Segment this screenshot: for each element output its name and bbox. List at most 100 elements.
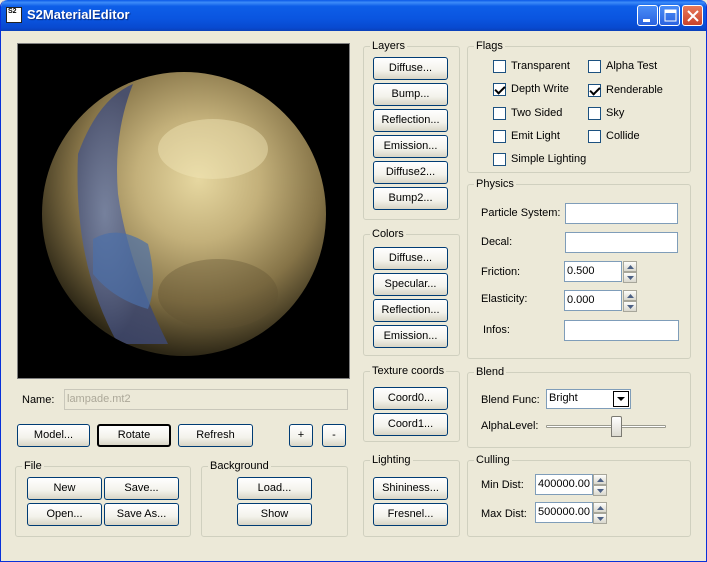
friction-field[interactable]: 0.500 bbox=[564, 261, 622, 282]
background-show-button[interactable]: Show bbox=[237, 503, 312, 526]
coord1-button[interactable]: Coord1... bbox=[373, 413, 448, 436]
two-sided-label: Two Sided bbox=[511, 107, 563, 119]
zoom-out-button[interactable]: - bbox=[322, 424, 346, 447]
arrow-up-icon bbox=[627, 265, 634, 269]
chevron-down-icon bbox=[617, 397, 625, 401]
collide-label: Collide bbox=[606, 130, 640, 142]
color-reflection-button[interactable]: Reflection... bbox=[373, 299, 448, 322]
simple-lighting-label: Simple Lighting bbox=[511, 153, 587, 165]
title-bar[interactable]: S2 S2MaterialEditor bbox=[1, 0, 706, 31]
colors-legend: Colors bbox=[370, 228, 406, 240]
layer-diffuse2-button[interactable]: Diffuse2... bbox=[373, 161, 448, 184]
material-preview-viewport[interactable] bbox=[17, 43, 350, 379]
alpha-level-slider-thumb[interactable] bbox=[611, 416, 623, 437]
zoom-in-button[interactable]: + bbox=[289, 424, 313, 447]
layers-legend: Layers bbox=[370, 40, 408, 52]
blend-legend: Blend bbox=[474, 366, 507, 378]
elasticity-label: Elasticity: bbox=[481, 293, 528, 305]
min-dist-field[interactable]: 400000.00 bbox=[535, 474, 593, 495]
infos-label: Infos: bbox=[483, 324, 510, 336]
min-dist-up-button[interactable] bbox=[593, 474, 607, 485]
blend-func-label: Blend Func: bbox=[481, 394, 540, 406]
max-dist-field[interactable]: 500000.00 bbox=[535, 502, 593, 523]
layer-bump2-button[interactable]: Bump2... bbox=[373, 187, 448, 210]
friction-label: Friction: bbox=[481, 266, 521, 278]
sky-checkbox[interactable] bbox=[588, 107, 601, 120]
refresh-button[interactable]: Refresh bbox=[178, 424, 253, 447]
simple-lighting-checkbox[interactable] bbox=[493, 153, 506, 166]
layer-reflection-button[interactable]: Reflection... bbox=[373, 109, 448, 132]
alpha-level-track[interactable] bbox=[546, 425, 666, 428]
renderable-checkbox[interactable] bbox=[588, 84, 601, 97]
open-button[interactable]: Open... bbox=[27, 503, 102, 526]
blend-func-value: Bright bbox=[549, 392, 578, 404]
arrow-down-icon bbox=[597, 489, 604, 493]
two-sided-checkbox[interactable] bbox=[493, 107, 506, 120]
elasticity-up-button[interactable] bbox=[623, 290, 637, 301]
file-legend: File bbox=[22, 460, 44, 472]
arrow-up-icon bbox=[627, 294, 634, 298]
rotate-button[interactable]: Rotate bbox=[97, 424, 171, 447]
save-as-button[interactable]: Save As... bbox=[104, 503, 179, 526]
renderable-label: Renderable bbox=[606, 84, 663, 96]
background-load-button[interactable]: Load... bbox=[237, 477, 312, 500]
max-dist-down-button[interactable] bbox=[593, 513, 607, 524]
arrow-up-icon bbox=[597, 506, 604, 510]
layer-bump-button[interactable]: Bump... bbox=[373, 83, 448, 106]
layer-emission-button[interactable]: Emission... bbox=[373, 135, 448, 158]
arrow-up-icon bbox=[597, 478, 604, 482]
min-dist-down-button[interactable] bbox=[593, 485, 607, 496]
decal-field[interactable] bbox=[565, 232, 678, 253]
layer-diffuse-button[interactable]: Diffuse... bbox=[373, 57, 448, 80]
coord0-button[interactable]: Coord0... bbox=[373, 387, 448, 410]
arrow-down-icon bbox=[597, 517, 604, 521]
physics-legend: Physics bbox=[474, 178, 516, 190]
new-button[interactable]: New bbox=[27, 477, 102, 500]
arrow-down-icon bbox=[627, 276, 634, 280]
elasticity-spinner[interactable] bbox=[623, 290, 637, 312]
collide-checkbox[interactable] bbox=[588, 130, 601, 143]
blend-func-select[interactable]: Bright bbox=[546, 389, 631, 409]
model-button[interactable]: Model... bbox=[17, 424, 90, 447]
flags-legend: Flags bbox=[474, 40, 505, 52]
color-emission-button[interactable]: Emission... bbox=[373, 325, 448, 348]
arrow-down-icon bbox=[627, 305, 634, 309]
min-dist-label: Min Dist: bbox=[481, 479, 524, 491]
sphere-preview-image bbox=[42, 72, 326, 356]
dropdown-arrow-button[interactable] bbox=[613, 391, 629, 407]
fresnel-button[interactable]: Fresnel... bbox=[373, 503, 448, 526]
color-diffuse-button[interactable]: Diffuse... bbox=[373, 247, 448, 270]
maximize-icon bbox=[664, 9, 677, 22]
blend-group: Blend bbox=[467, 366, 691, 448]
app-icon: S2 bbox=[6, 7, 22, 23]
sky-label: Sky bbox=[606, 107, 625, 119]
editor-window: S2 S2MaterialEditor Name: lampade.mt2 Mo… bbox=[0, 0, 707, 562]
elasticity-down-button[interactable] bbox=[623, 301, 637, 312]
max-dist-spinner[interactable] bbox=[593, 502, 607, 524]
min-dist-spinner[interactable] bbox=[593, 474, 607, 496]
color-specular-button[interactable]: Specular... bbox=[373, 273, 448, 296]
depth-write-label: Depth Write bbox=[511, 83, 569, 95]
max-dist-up-button[interactable] bbox=[593, 502, 607, 513]
maximize-button[interactable] bbox=[659, 5, 680, 26]
close-button[interactable] bbox=[682, 5, 703, 26]
depth-write-checkbox[interactable] bbox=[493, 83, 506, 96]
particle-system-field[interactable] bbox=[565, 203, 678, 224]
window-title: S2MaterialEditor bbox=[27, 7, 130, 22]
friction-up-button[interactable] bbox=[623, 261, 637, 272]
emit-light-checkbox[interactable] bbox=[493, 130, 506, 143]
elasticity-field[interactable]: 0.000 bbox=[564, 290, 622, 311]
minimize-button[interactable] bbox=[637, 5, 658, 26]
friction-spinner[interactable] bbox=[623, 261, 637, 283]
shininess-button[interactable]: Shininess... bbox=[373, 477, 448, 500]
save-button[interactable]: Save... bbox=[104, 477, 179, 500]
lighting-legend: Lighting bbox=[370, 454, 413, 466]
alpha-test-checkbox[interactable] bbox=[588, 60, 601, 73]
transparent-label: Transparent bbox=[511, 60, 570, 72]
transparent-checkbox[interactable] bbox=[493, 60, 506, 73]
name-label: Name: bbox=[22, 394, 55, 406]
friction-down-button[interactable] bbox=[623, 272, 637, 283]
infos-field[interactable] bbox=[564, 320, 679, 341]
culling-group: Culling bbox=[467, 454, 691, 537]
texture-coords-legend: Texture coords bbox=[370, 365, 447, 377]
